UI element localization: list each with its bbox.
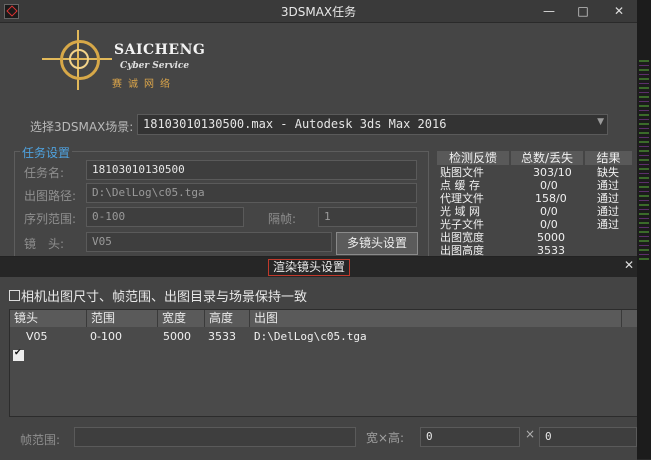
check-header-result: 结果 — [585, 151, 632, 165]
task-name-value: 18103010130500 — [92, 163, 185, 176]
check-row: 点 缓 存 0/0 通过 — [437, 180, 632, 192]
check-item: 出图宽度 — [440, 231, 484, 244]
main-window: 3DSMAX任务 — □ ✕ SAICHENG Cyber Service 赛诚… — [0, 0, 639, 460]
background-window-strip — [637, 0, 651, 459]
check-header-item: 检测反馈 — [437, 151, 509, 165]
logo-name: SAICHENG — [114, 42, 206, 58]
check-count: 0/0 — [540, 179, 558, 192]
row-height: 3533 — [208, 330, 236, 343]
check-count: 0/0 — [540, 205, 558, 218]
title-bar[interactable]: 3DSMAX任务 — □ ✕ — [0, 0, 637, 23]
check-item: 点 缓 存 — [440, 179, 480, 192]
check-header-count: 总数/丢失 — [511, 151, 583, 165]
col-output[interactable]: 出图 — [250, 310, 622, 327]
window-controls: — □ ✕ — [520, 3, 632, 19]
multi-camera-settings-button[interactable]: 多镜头设置 — [336, 232, 418, 255]
task-name-label: 任务名: — [24, 166, 65, 180]
camera-field[interactable]: V05 — [86, 232, 332, 252]
frame-step-value: 1 — [324, 210, 331, 223]
dialog-title: 渲染镜头设置 — [268, 259, 351, 276]
render-camera-settings-dialog: 渲染镜头设置 ✕ 相机出图尺寸、帧范围、出图目录与场景保持一致 镜头 范围 宽度… — [0, 256, 639, 460]
frame-range-field[interactable] — [74, 427, 356, 447]
camera-table: 镜头 范围 宽度 高度 出图 V05 0-100 5000 3533 D:\De… — [9, 309, 639, 417]
check-count: 303/10 — [533, 166, 572, 179]
check-result: 通过 — [597, 192, 619, 205]
height-value: 0 — [545, 430, 552, 443]
size-label: 宽×高: — [366, 431, 405, 445]
check-item: 贴图文件 — [440, 166, 484, 179]
col-range[interactable]: 范围 — [87, 310, 158, 327]
scene-select-value: 18103010130500.max - Autodesk 3ds Max 20… — [143, 117, 447, 131]
frame-step-label: 隔帧: — [268, 212, 297, 226]
check-count: 5000 — [537, 231, 565, 244]
output-path-value: D:\DelLog\c05.tga — [92, 186, 205, 199]
col-camera[interactable]: 镜头 — [10, 310, 87, 327]
check-count: 0/0 — [540, 218, 558, 231]
row-camera: V05 — [26, 330, 48, 343]
check-count: 158/0 — [535, 192, 567, 205]
table-row[interactable]: V05 0-100 5000 3533 D:\DelLog\c05.tga — [10, 328, 622, 361]
row-output: D:\DelLog\c05.tga — [254, 330, 367, 343]
row-width: 5000 — [163, 330, 191, 343]
keep-consistent-checkbox[interactable] — [9, 290, 20, 301]
task-settings-legend: 任务设置 — [20, 144, 73, 161]
check-result: 通过 — [597, 218, 619, 231]
check-row: 贴图文件 303/10 缺失 — [437, 167, 632, 179]
keep-consistent-label[interactable]: 相机出图尺寸、帧范围、出图目录与场景保持一致 — [21, 286, 307, 305]
camera-label: 镜 头: — [24, 237, 65, 251]
check-feedback-table: 检测反馈 总数/丢失 结果 贴图文件 303/10 缺失 点 缓 存 0/0 通… — [437, 151, 632, 257]
check-row: 光子文件 0/0 通过 — [437, 219, 632, 231]
logo-inner-ring-icon — [69, 49, 89, 69]
check-result: 通过 — [597, 179, 619, 192]
frame-step-field[interactable]: 1 — [318, 207, 417, 227]
close-button[interactable]: ✕ — [608, 3, 630, 19]
check-item: 光 域 网 — [440, 205, 480, 218]
col-width[interactable]: 宽度 — [158, 310, 205, 327]
times-sign: × — [525, 427, 536, 441]
check-result: 通过 — [597, 205, 619, 218]
sequence-range-field[interactable]: 0-100 — [86, 207, 244, 227]
logo-chinese: 赛诚网络 — [112, 79, 176, 90]
row-checkbox[interactable] — [13, 348, 24, 361]
check-row: 代理文件 158/0 通过 — [437, 193, 632, 205]
sequence-range-label: 序列范围: — [24, 212, 77, 226]
width-field[interactable]: 0 — [420, 427, 520, 447]
task-name-field[interactable]: 18103010130500 — [86, 160, 417, 180]
maximize-button[interactable]: □ — [572, 3, 594, 19]
check-item: 代理文件 — [440, 192, 484, 205]
scene-select-label: 选择3DSMAX场景: — [30, 120, 134, 134]
output-path-label: 出图路径: — [24, 189, 77, 203]
minimize-button[interactable]: — — [538, 3, 560, 19]
output-path-field[interactable]: D:\DelLog\c05.tga — [86, 183, 417, 203]
frame-range-label: 帧范围: — [20, 433, 61, 447]
height-field[interactable]: 0 — [539, 427, 637, 447]
check-result: 缺失 — [597, 166, 619, 179]
table-header-filler — [622, 310, 638, 327]
camera-value: V05 — [92, 235, 112, 248]
check-item: 光子文件 — [440, 218, 484, 231]
dialog-close-icon[interactable]: ✕ — [624, 258, 634, 272]
sequence-range-value: 0-100 — [92, 210, 126, 223]
chevron-down-icon[interactable]: ▼ — [597, 117, 604, 127]
row-range: 0-100 — [90, 330, 122, 343]
check-row: 光 域 网 0/0 通过 — [437, 206, 632, 218]
scene-select[interactable]: 18103010130500.max - Autodesk 3ds Max 20… — [137, 114, 608, 135]
logo-subtitle: Cyber Service — [120, 61, 190, 71]
check-row: 出图宽度 5000 — [437, 232, 632, 244]
dialog-title-bar[interactable]: 渲染镜头设置 ✕ — [0, 257, 637, 277]
saicheng-logo: SAICHENG Cyber Service 赛诚网络 — [42, 30, 252, 108]
col-height[interactable]: 高度 — [205, 310, 250, 327]
width-value: 0 — [426, 430, 433, 443]
